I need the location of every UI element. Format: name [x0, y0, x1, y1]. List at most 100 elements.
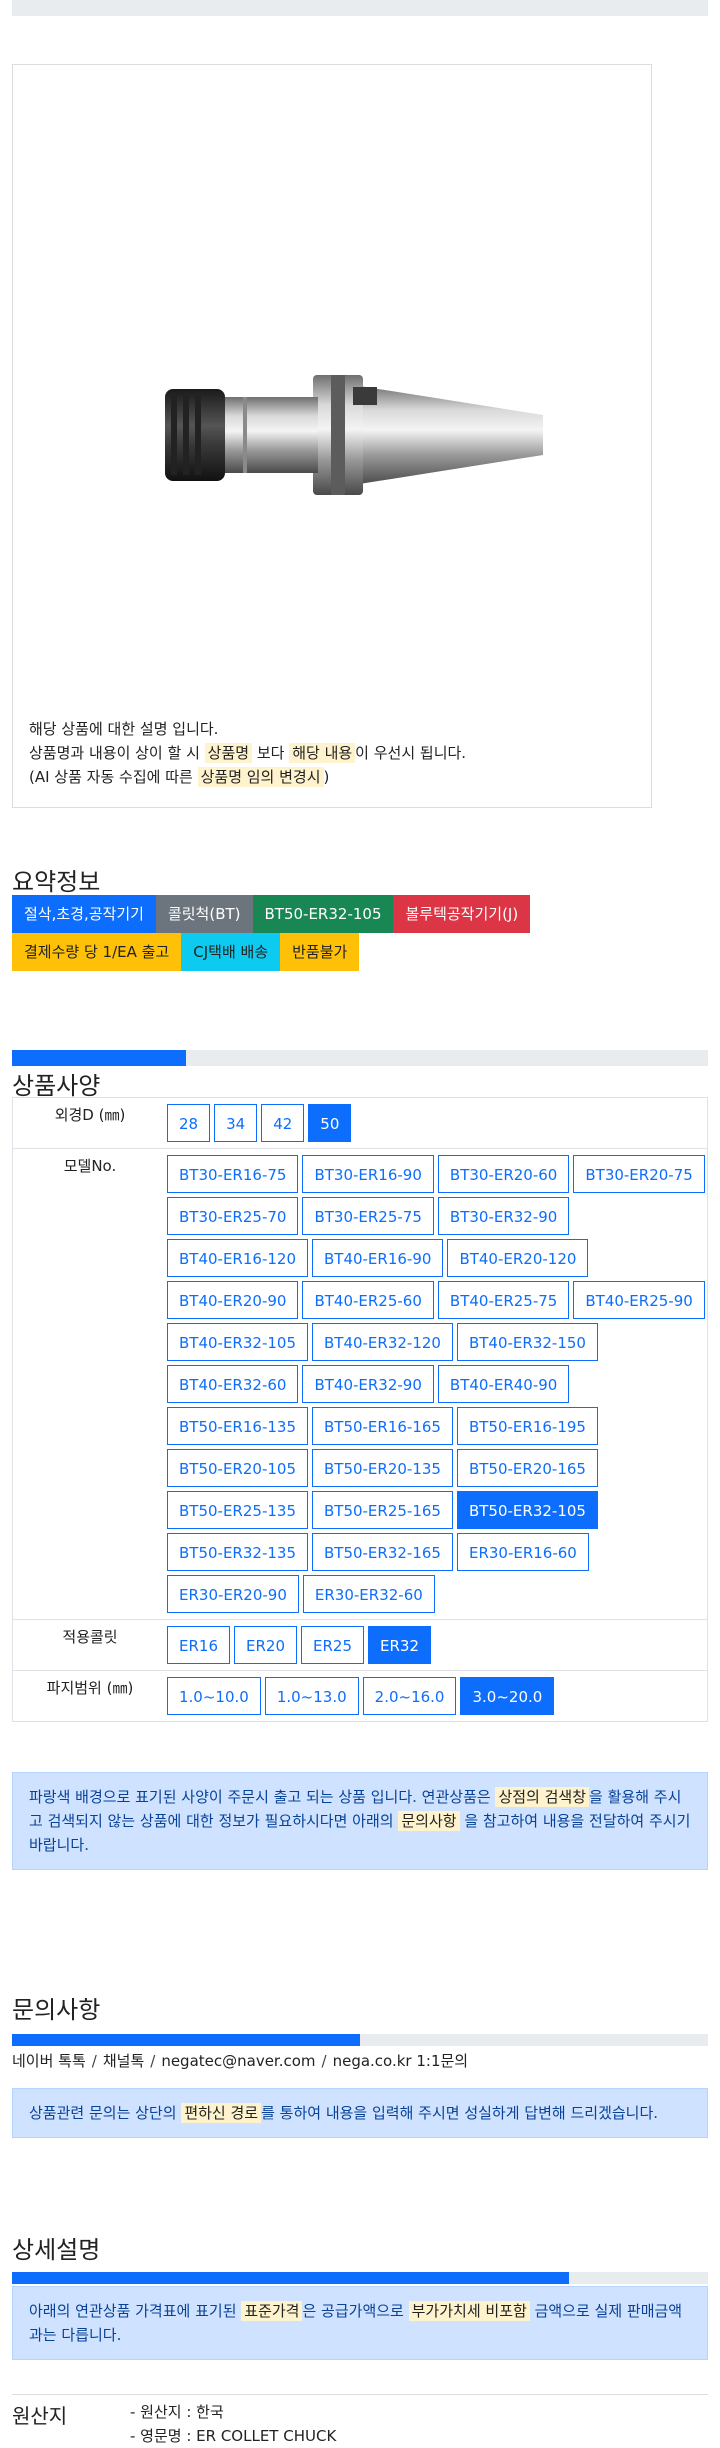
- product-description: 해당 상품에 대한 설명 입니다. 상품명과 내용이 상이 할 시 상품명 보다…: [29, 717, 466, 789]
- model-option[interactable]: BT50-ER20-105: [167, 1449, 308, 1487]
- collet-option[interactable]: ER20: [234, 1626, 297, 1664]
- highlight-text: 표준가격: [241, 2301, 303, 2321]
- product-image: [165, 375, 543, 495]
- description-line-1: 해당 상품에 대한 설명 입니다.: [29, 720, 219, 738]
- model-option-selected[interactable]: BT50-ER32-105: [456, 1491, 598, 1529]
- model-option[interactable]: BT50-ER20-165: [456, 1449, 598, 1487]
- origin-english-name: - 영문명 : ER COLLET CHUCK: [130, 2427, 337, 2445]
- spec-title: 상품사양: [12, 1072, 101, 1100]
- outer-option-selected[interactable]: 50: [308, 1104, 352, 1142]
- model-option[interactable]: BT50-ER20-135: [311, 1449, 453, 1487]
- highlight-text: 부가가치세 비포함: [408, 2301, 530, 2321]
- grip-option[interactable]: 2.0~16.0: [362, 1677, 457, 1715]
- model-option[interactable]: BT40-ER25-60: [302, 1281, 434, 1319]
- spec-row-model: 모델No. BT30-ER16-75 BT30-ER16-90 BT30-ER20-…: [13, 1149, 707, 1620]
- contact-naver-talk[interactable]: 네이버 톡톡: [12, 2052, 86, 2070]
- detail-progress-fill: [12, 2272, 569, 2284]
- origin-country: - 원산지 : 한국: [130, 2403, 224, 2421]
- origin-list: - 원산지 : 한국 - 영문명 : ER COLLET CHUCK: [130, 2400, 336, 2448]
- spec-table: 외경D (㎜) 28 34 42 50 모델No. BT30-ER16-75 BT30-…: [12, 1097, 708, 1722]
- model-option[interactable]: BT40-ER25-90: [573, 1281, 705, 1319]
- spec-label: 적용콜릿: [62, 1628, 118, 1646]
- notice-text: 상품관련 문의는 상단의: [29, 2104, 182, 2122]
- model-option[interactable]: BT50-ER25-135: [167, 1491, 308, 1529]
- summary-title: 요약정보: [12, 868, 101, 896]
- model-option[interactable]: BT40-ER32-150: [456, 1323, 598, 1361]
- detail-notice: 아래의 연관상품 가격표에 표기된 표준가격 은 공급가액으로 부가가치세 비포함…: [12, 2286, 708, 2360]
- summary-tag-row: 결제수량 당 1/EA 출고 CJ택배 배송 반품불가: [12, 933, 708, 971]
- spec-notice: 파랑색 배경으로 표기된 사양이 주문시 출고 되는 상품 입니다. 연관상품은…: [12, 1772, 708, 1870]
- grip-option[interactable]: 1.0~10.0: [167, 1677, 261, 1715]
- model-option[interactable]: BT40-ER20-120: [447, 1239, 589, 1277]
- model-option[interactable]: BT30-ER25-70: [167, 1197, 299, 1235]
- grip-option-selected[interactable]: 3.0~20.0: [460, 1677, 555, 1715]
- spec-label: 파지범위 (㎜): [46, 1679, 134, 1697]
- inquiry-notice: 상품관련 문의는 상단의 편하신 경로 를 통하여 내용을 입력해 주시면 성실하…: [12, 2088, 708, 2138]
- model-option[interactable]: BT30-ER20-75: [573, 1155, 705, 1193]
- notice-text: 은 공급가액으로: [302, 2302, 409, 2320]
- description-text: 상품명과 내용이 상이 할 시: [29, 744, 205, 762]
- model-option[interactable]: BT50-ER16-165: [311, 1407, 453, 1445]
- model-option[interactable]: ER30-ER16-60: [456, 1533, 589, 1571]
- model-option[interactable]: ER30-ER32-60: [302, 1575, 435, 1613]
- model-option[interactable]: BT40-ER40-90: [437, 1365, 570, 1403]
- description-text: ): [323, 768, 330, 786]
- contact-channel-talk[interactable]: 채널톡: [103, 2052, 144, 2070]
- contact-email[interactable]: negatec@naver.com: [161, 2052, 315, 2070]
- notice-text: 를 통하여 내용을 입력해 주시면 성실하게 답변해 드리겠습니다.: [261, 2104, 659, 2122]
- collet-option[interactable]: ER25: [301, 1626, 364, 1664]
- model-option[interactable]: BT40-ER16-90: [311, 1239, 444, 1277]
- model-option[interactable]: BT30-ER16-75: [167, 1155, 299, 1193]
- return-tag: 반품불가: [280, 933, 360, 971]
- model-option[interactable]: BT30-ER20-60: [437, 1155, 570, 1193]
- contact-website[interactable]: nega.co.kr 1:1문의: [333, 2052, 469, 2070]
- outer-option[interactable]: 34: [214, 1104, 258, 1142]
- product-image-box: 해당 상품에 대한 설명 입니다. 상품명과 내용이 상이 할 시 상품명 보다…: [12, 64, 652, 808]
- model-option[interactable]: BT50-ER32-165: [311, 1533, 453, 1571]
- separator: /: [321, 2052, 327, 2070]
- separator: /: [91, 2052, 97, 2070]
- collet-option[interactable]: ER16: [167, 1626, 230, 1664]
- description-line-2: 상품명과 내용이 상이 할 시 상품명 보다 해당 내용 이 우선시 됩니다.: [29, 741, 466, 765]
- outer-option[interactable]: 28: [167, 1104, 211, 1142]
- model-option[interactable]: BT30-ER25-75: [302, 1197, 434, 1235]
- model-option[interactable]: BT50-ER16-195: [456, 1407, 598, 1445]
- shipping-tag: CJ택배 배송: [181, 933, 281, 971]
- highlight-text: 상점의 검색창: [495, 1787, 590, 1807]
- inquiry-progress-fill: [12, 2034, 360, 2046]
- description-text: 이 우선시 됩니다.: [355, 744, 467, 762]
- spec-row-grip: 파지범위 (㎜) 1.0~10.0 1.0~13.0 2.0~16.0 3.0~20.…: [13, 1671, 707, 1721]
- highlight-text: 편하신 경로: [181, 2103, 262, 2123]
- origin-label: 원산지: [12, 2404, 68, 2428]
- description-line-3: (AI 상품 자동 수집에 따른 상품명 임의 변경시): [29, 765, 466, 789]
- inquiry-progress-bar: [12, 2034, 708, 2046]
- outer-options: 28 34 42 50: [167, 1098, 707, 1148]
- model-option[interactable]: BT40-ER20-90: [167, 1281, 299, 1319]
- model-option[interactable]: BT30-ER16-90: [302, 1155, 434, 1193]
- spec-label: 외경D (㎜): [54, 1106, 126, 1124]
- model-option[interactable]: BT30-ER32-90: [437, 1197, 570, 1235]
- origin-divider: [12, 2394, 708, 2395]
- detail-title: 상세설명: [12, 2236, 101, 2264]
- model-option[interactable]: BT40-ER25-75: [437, 1281, 570, 1319]
- outer-option[interactable]: 42: [261, 1104, 305, 1142]
- model-option[interactable]: BT50-ER16-135: [167, 1407, 308, 1445]
- notice-text: 아래의 연관상품 가격표에 표기된: [29, 2302, 242, 2320]
- model-option[interactable]: BT40-ER32-60: [167, 1365, 299, 1403]
- model-option[interactable]: BT40-ER16-120: [167, 1239, 308, 1277]
- model-option[interactable]: BT40-ER32-90: [302, 1365, 434, 1403]
- grip-option[interactable]: 1.0~13.0: [264, 1677, 359, 1715]
- spec-row-outer: 외경D (㎜) 28 34 42 50: [13, 1098, 707, 1149]
- separator: /: [150, 2052, 156, 2070]
- spec-row-collet: 적용콜릿 ER16 ER20 ER25 ER32: [13, 1620, 707, 1671]
- model-option[interactable]: BT50-ER25-165: [311, 1491, 453, 1529]
- highlight-text: 문의사항: [398, 1811, 460, 1831]
- spec-progress-bar: [12, 1050, 708, 1066]
- model-option[interactable]: ER30-ER20-90: [167, 1575, 299, 1613]
- highlight-text: 해당 내용: [289, 743, 356, 763]
- model-option[interactable]: BT40-ER32-120: [311, 1323, 453, 1361]
- model-option[interactable]: BT50-ER32-135: [167, 1533, 308, 1571]
- model-option[interactable]: BT40-ER32-105: [167, 1323, 308, 1361]
- collet-options: ER16 ER20 ER25 ER32: [167, 1620, 707, 1670]
- collet-option-selected[interactable]: ER32: [368, 1626, 431, 1664]
